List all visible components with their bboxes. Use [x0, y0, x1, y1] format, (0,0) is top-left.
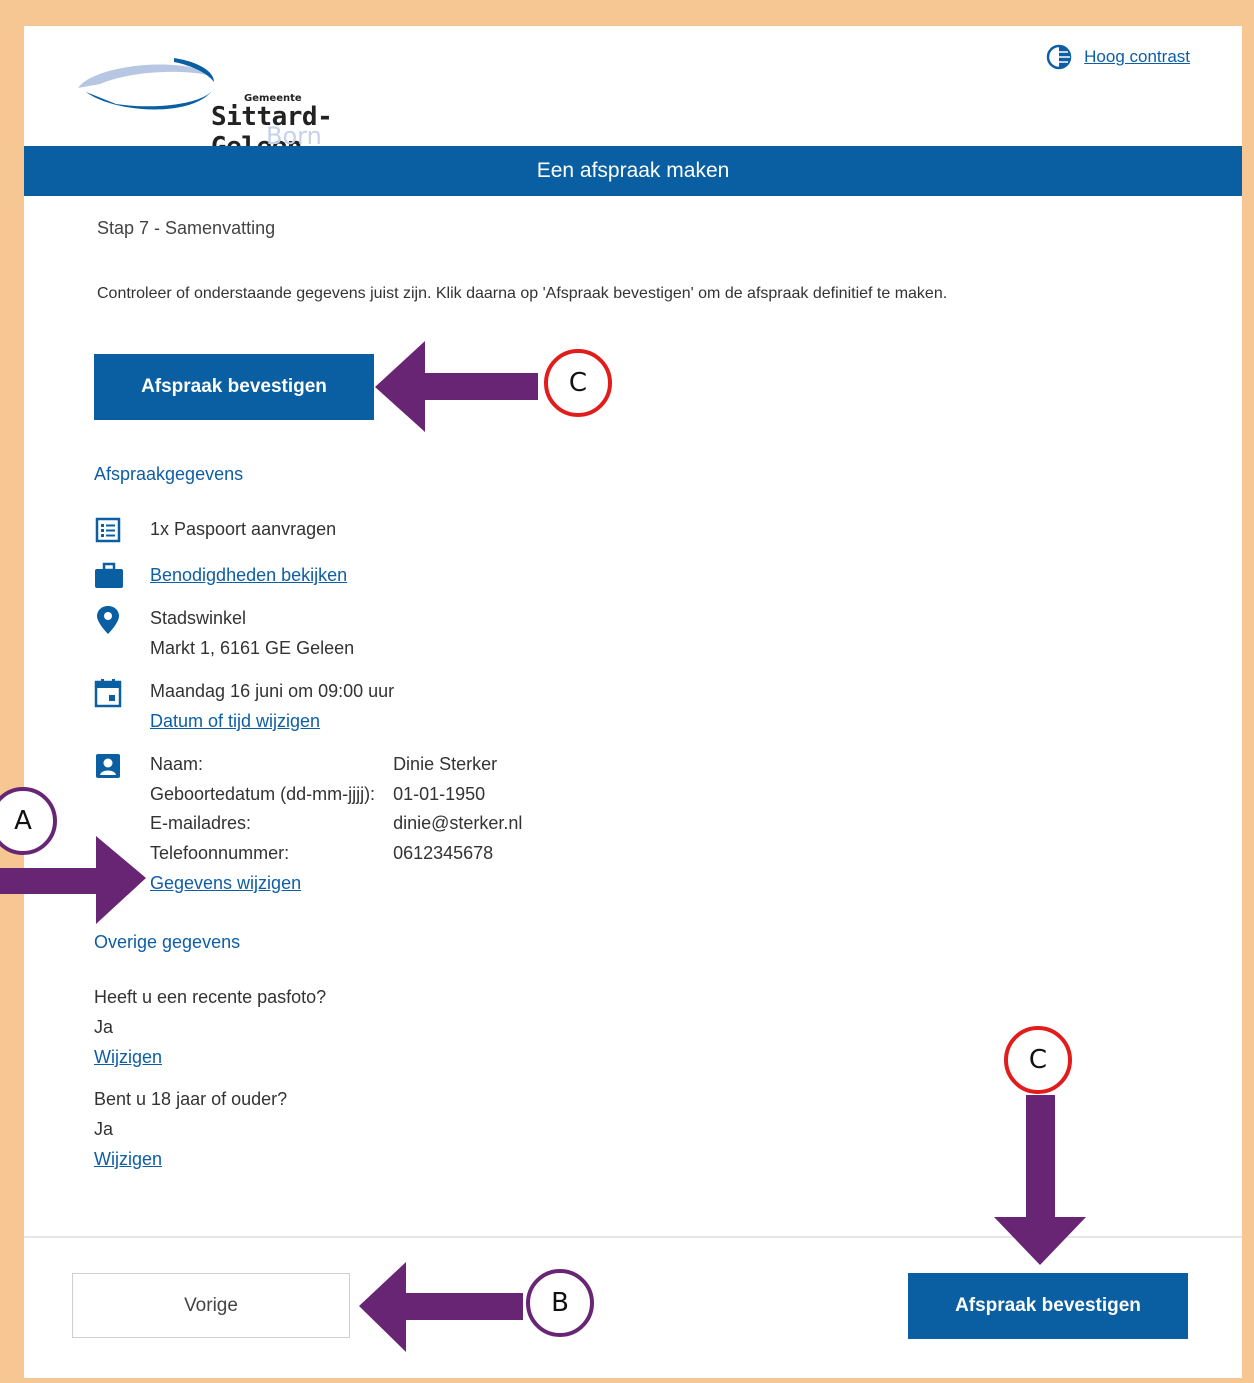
annotation-b: B [526, 1269, 594, 1337]
annotation-arrows [0, 341, 1086, 1352]
annotation-c-top: C [544, 349, 612, 417]
arrow-b [359, 1262, 523, 1352]
annotation-c-bottom: C [1004, 1026, 1072, 1094]
arrow-c-top [375, 341, 538, 432]
arrow-c-bottom [994, 1095, 1086, 1265]
